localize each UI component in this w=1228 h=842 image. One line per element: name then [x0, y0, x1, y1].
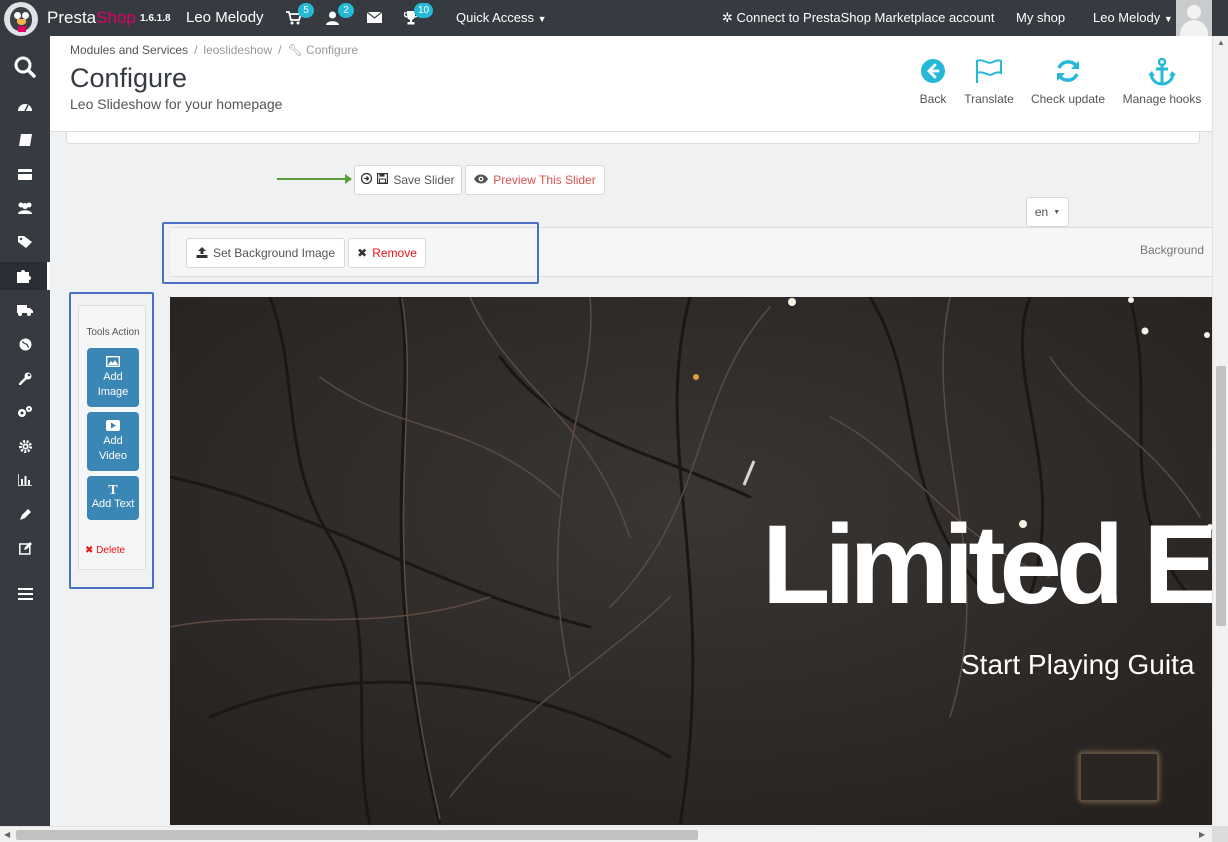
top-navbar: PrestaShop 1.6.1.8 Leo Melody 5 2 10 Qui…: [0, 0, 1228, 36]
administration-gear-icon[interactable]: [0, 432, 50, 460]
slide-title-layer[interactable]: Limited E: [762, 509, 1212, 621]
envelope-icon[interactable]: [366, 11, 383, 26]
translate-button[interactable]: Translate: [961, 58, 1017, 106]
background-label: Background: [1140, 243, 1205, 257]
arrow-circle-left-icon: [916, 58, 950, 90]
annotation-arrow: [277, 174, 352, 184]
play-icon: [106, 419, 120, 434]
vertical-scrollbar[interactable]: ▲: [1212, 36, 1228, 826]
breadcrumb: Modules and Services / leoslideshow / 🔧︎ Con…: [70, 43, 359, 57]
tools-title: Tools Action: [86, 327, 140, 338]
customers-icon[interactable]: [0, 194, 50, 222]
page-title: Configure: [70, 63, 188, 93]
delete-layer-button[interactable]: ✖ Delete: [85, 545, 125, 556]
catalog-icon[interactable]: [0, 126, 50, 154]
caret-down-icon: ▼: [537, 14, 547, 24]
image-icon: [105, 355, 121, 370]
check-update-button[interactable]: Check update: [1029, 58, 1107, 106]
collapse-menu-icon[interactable]: [0, 580, 50, 608]
manage-hooks-button[interactable]: Manage hooks: [1120, 57, 1204, 106]
preview-slider-button[interactable]: Preview This Slider: [465, 165, 605, 195]
dashboard-icon[interactable]: [0, 92, 50, 120]
breadcrumb-modules[interactable]: Modules and Services: [70, 43, 188, 57]
tools-action-panel: Tools Action Add Image Add Video T Add T…: [78, 305, 146, 570]
preferences-wrench-icon[interactable]: [0, 364, 50, 392]
x-icon: ✖: [357, 246, 368, 260]
brand-name[interactable]: PrestaShop: [47, 8, 136, 28]
edit-square-icon[interactable]: [0, 534, 50, 562]
breadcrumb-configure: 🔧︎ Configure: [287, 43, 359, 57]
page-header: Modules and Services / leoslideshow / 🔧︎ Con…: [50, 36, 1212, 132]
user-icon[interactable]: [326, 11, 339, 28]
add-image-button[interactable]: Add Image: [87, 348, 139, 407]
quick-access-dropdown[interactable]: Quick Access ▼: [456, 10, 547, 25]
orders-badge: 5: [298, 3, 314, 18]
slide-button-layer[interactable]: [1079, 752, 1159, 802]
pencil-icon[interactable]: [0, 500, 50, 528]
save-slider-button[interactable]: Save Slider: [354, 165, 462, 195]
my-shop-link[interactable]: My shop: [1016, 10, 1065, 25]
language-select[interactable]: en ▼: [1026, 197, 1069, 227]
advanced-parameters-icon[interactable]: [0, 398, 50, 426]
scroll-up-icon[interactable]: ▲: [1217, 38, 1225, 47]
scrollbar-corner: [1212, 826, 1228, 842]
horizontal-scrollbar[interactable]: ◀ ▶: [0, 826, 1212, 842]
add-video-button[interactable]: Add Video: [87, 412, 139, 471]
localization-icon[interactable]: [0, 330, 50, 358]
config-panel-bottom-edge: [66, 132, 1200, 144]
notifications-badge: 10: [414, 3, 434, 18]
anchor-icon: [1120, 57, 1204, 90]
set-background-image-button[interactable]: Set Background Image: [186, 238, 345, 268]
scroll-right-icon[interactable]: ▶: [1199, 830, 1205, 839]
caret-down-icon: ▼: [1163, 14, 1173, 24]
app-window: PrestaShop 1.6.1.8 Leo Melody 5 2 10 Qui…: [0, 0, 1228, 842]
x-icon: ✖: [85, 545, 94, 556]
slide-subtitle-layer[interactable]: Start Playing Guita: [961, 649, 1194, 681]
scroll-left-icon[interactable]: ◀: [4, 830, 10, 839]
add-text-button[interactable]: T Add Text: [87, 476, 139, 520]
horizontal-scroll-thumb[interactable]: [16, 830, 698, 840]
shipping-icon[interactable]: [0, 296, 50, 324]
admin-sidebar: [0, 36, 50, 842]
caret-down-icon: ▼: [1053, 208, 1061, 216]
remove-background-button[interactable]: ✖ Remove: [348, 238, 426, 268]
page-subtitle: Leo Slideshow for your homepage: [70, 96, 283, 112]
customers-badge: 2: [338, 3, 354, 18]
back-button[interactable]: Back: [916, 58, 950, 106]
marketplace-link[interactable]: ✲ Connect to PrestaShop Marketplace acco…: [722, 10, 995, 26]
modules-icon[interactable]: [0, 262, 50, 290]
slider-canvas[interactable]: Limited E Start Playing Guita: [170, 297, 1212, 825]
floppy-icon: [377, 173, 389, 187]
breadcrumb-leoslideshow[interactable]: leoslideshow: [203, 43, 272, 57]
search-icon[interactable]: [0, 52, 50, 82]
orders-icon[interactable]: [0, 160, 50, 188]
user-avatar[interactable]: [1176, 0, 1212, 36]
upload-icon: [196, 246, 208, 261]
user-menu-dropdown[interactable]: Leo Melody ▼: [1093, 10, 1173, 25]
price-rules-icon[interactable]: [0, 228, 50, 256]
flag-icon: [961, 58, 1017, 90]
text-icon: T: [108, 483, 118, 498]
stats-icon[interactable]: [0, 466, 50, 494]
version-label: 1.6.1.8: [140, 13, 171, 24]
vertical-scroll-thumb[interactable]: [1216, 366, 1226, 626]
refresh-icon: [1029, 58, 1107, 90]
prestashop-logo[interactable]: [4, 2, 38, 36]
wrench-icon: 🔧︎: [287, 43, 303, 57]
eye-icon: [474, 173, 489, 187]
puzzle-icon: ✲: [722, 10, 733, 25]
arrow-circle-right-icon: [361, 172, 373, 187]
shop-name-link[interactable]: Leo Melody: [186, 9, 264, 26]
